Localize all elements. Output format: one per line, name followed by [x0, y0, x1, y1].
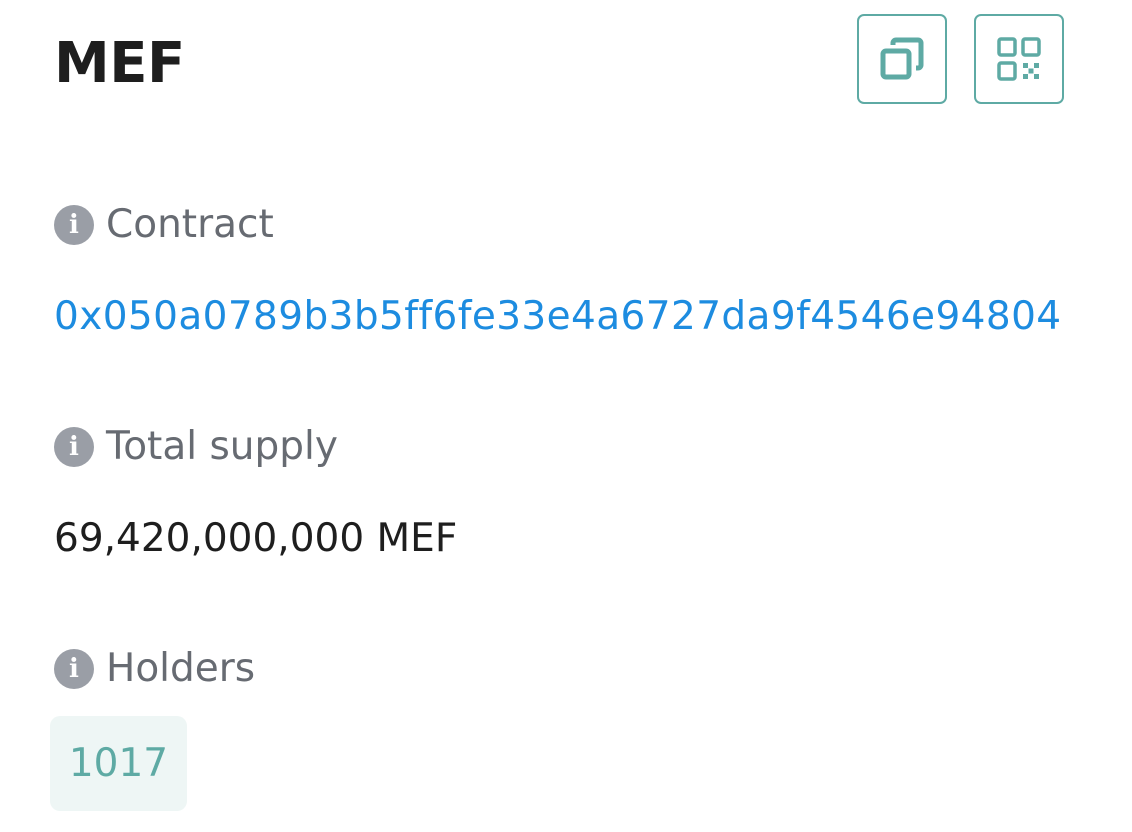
copy-icon [880, 37, 924, 80]
token-header: MEF [54, 14, 1068, 108]
contract-address-link[interactable]: 0x050a0789b3b5ff6fe33e4a6727da9f4546e948… [54, 291, 1062, 343]
contract-label: Contract [106, 202, 274, 247]
total-supply-value: 69,420,000,000 MEF [54, 516, 458, 561]
holders-count-badge[interactable]: 1017 [50, 716, 187, 811]
holders-label: Holders [106, 646, 256, 691]
holders-label-row: i Holders [54, 644, 255, 694]
info-icon[interactable]: i [54, 205, 94, 245]
copy-button[interactable] [857, 14, 947, 104]
info-icon[interactable]: i [54, 427, 94, 467]
total-supply-label: Total supply [106, 424, 338, 469]
total-supply-label-row: i Total supply [54, 422, 338, 472]
info-icon[interactable]: i [54, 649, 94, 689]
token-title: MEF [54, 31, 185, 96]
contract-label-row: i Contract [54, 200, 274, 250]
qr-code-icon [997, 37, 1041, 81]
qr-code-button[interactable] [974, 14, 1064, 104]
